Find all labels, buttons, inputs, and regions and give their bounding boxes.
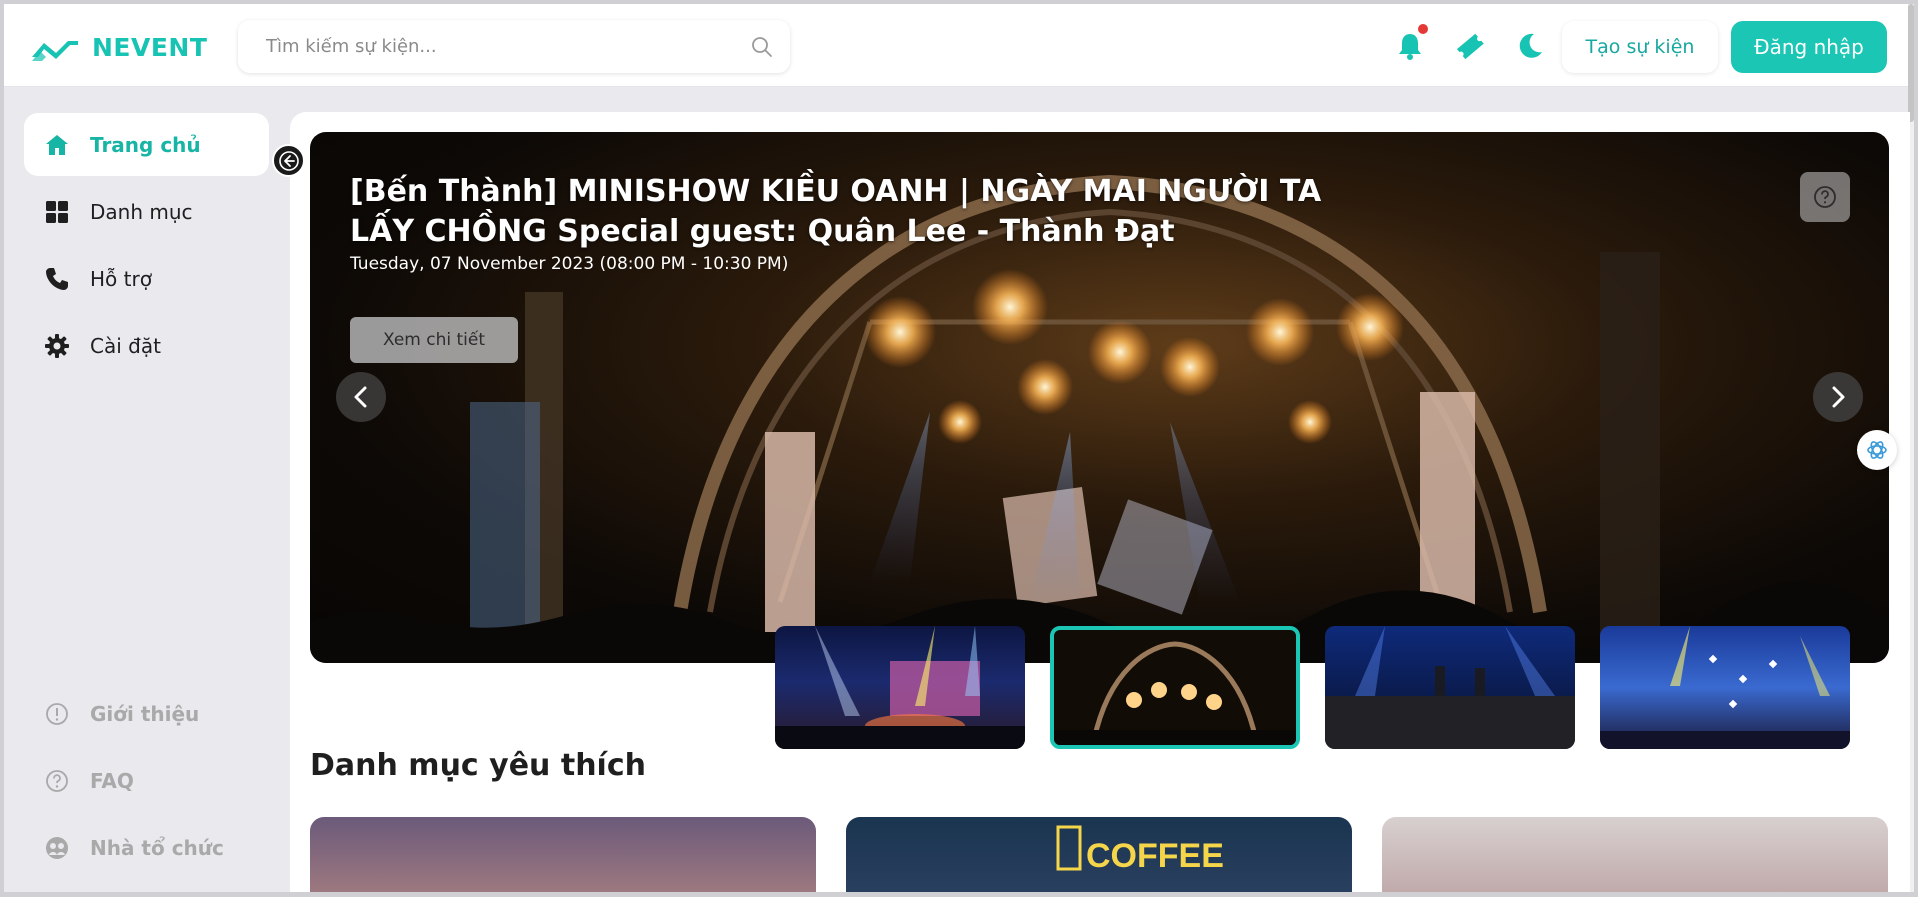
ticket-icon[interactable] <box>1454 30 1486 62</box>
logo-text: NEVENT <box>92 33 208 62</box>
previous-slide-button[interactable] <box>336 372 386 422</box>
concert-thumbnail-image <box>1600 626 1850 749</box>
login-button[interactable]: Đăng nhập <box>1731 21 1887 73</box>
sidebar-item-faq[interactable]: FAQ <box>24 749 269 812</box>
concert-thumbnail-image <box>1325 626 1575 749</box>
notification-dot <box>1418 24 1428 34</box>
grid-icon <box>46 200 68 223</box>
scrollbar-thumb[interactable] <box>1908 4 1914 122</box>
slide-thumbnail-1[interactable] <box>775 626 1025 749</box>
search-input[interactable] <box>238 20 750 73</box>
sidebar-item-label: Trang chủ <box>90 132 201 157</box>
slide-thumbnail-4[interactable] <box>1600 626 1850 749</box>
category-card-1[interactable] <box>310 817 816 897</box>
search-bar <box>238 20 790 73</box>
category-card-3[interactable] <box>1382 817 1888 897</box>
ai-assistant-button[interactable] <box>1857 430 1897 470</box>
top-header: NEVENT Tạo sự kiện Đăng nhập <box>4 4 1910 87</box>
slide-thumbnail-3[interactable] <box>1325 626 1575 749</box>
slide-thumbnail-2[interactable] <box>1050 626 1300 749</box>
sidebar-item-label: Hỗ trợ <box>90 266 152 291</box>
info-icon <box>46 702 68 725</box>
sidebar-item-about[interactable]: Giới thiệu <box>24 682 269 745</box>
sidebar-item-organizer[interactable]: Nhà tổ chức <box>24 816 269 879</box>
arrow-left-icon <box>278 150 299 171</box>
sidebar-item-support[interactable]: Hỗ trợ <box>24 247 269 310</box>
gear-icon <box>45 333 69 358</box>
coffee-sign-image: COFFEE <box>1056 825 1224 875</box>
phone-icon <box>46 267 68 290</box>
concert-thumbnail-image <box>1054 641 1296 745</box>
sidebar-item-label: FAQ <box>90 768 134 793</box>
sidebar-item-settings[interactable]: Cài đặt <box>24 314 269 377</box>
question-icon <box>1814 186 1836 208</box>
logo-icon <box>32 40 78 61</box>
hero-date: Tuesday, 07 November 2023 (08:00 PM - 10… <box>350 254 789 274</box>
concert-thumbnail-image <box>775 626 1025 749</box>
sidebar-item-label: Giới thiệu <box>90 701 200 726</box>
sidebar-item-label: Nhà tổ chức <box>90 835 224 860</box>
view-details-button[interactable]: Xem chi tiết <box>350 317 518 363</box>
ai-assistant-icon <box>1867 441 1887 459</box>
home-icon <box>46 134 68 155</box>
chevron-right-icon <box>1832 386 1845 408</box>
section-title: Danh mục yêu thích <box>310 748 646 783</box>
moon-icon[interactable] <box>1514 30 1546 62</box>
organizer-icon <box>46 836 68 859</box>
sidebar-item-label: Cài đặt <box>90 333 161 358</box>
question-icon <box>46 769 68 792</box>
coffee-sign-text: COFFEE <box>1086 837 1224 875</box>
sidebar-item-label: Danh mục <box>90 199 193 224</box>
sidebar-item-home[interactable]: Trang chủ <box>24 113 269 176</box>
hero-title: [Bến Thành] MINISHOW KIỀU OANH | NGÀY MA… <box>350 174 1322 249</box>
create-event-button[interactable]: Tạo sự kiện <box>1562 21 1718 73</box>
search-icon[interactable] <box>750 35 774 59</box>
category-card-2[interactable]: COFFEE <box>846 817 1352 897</box>
next-slide-button[interactable] <box>1813 372 1863 422</box>
hero-banner[interactable]: [Bến Thành] MINISHOW KIỀU OANH | NGÀY MA… <box>310 132 1889 663</box>
help-button[interactable] <box>1800 172 1850 222</box>
logo[interactable]: NEVENT <box>30 33 207 62</box>
chevron-left-icon <box>354 386 367 408</box>
sidebar-item-categories[interactable]: Danh mục <box>24 180 269 243</box>
collapse-sidebar-button[interactable] <box>272 144 305 177</box>
bell-icon[interactable] <box>1394 30 1426 62</box>
